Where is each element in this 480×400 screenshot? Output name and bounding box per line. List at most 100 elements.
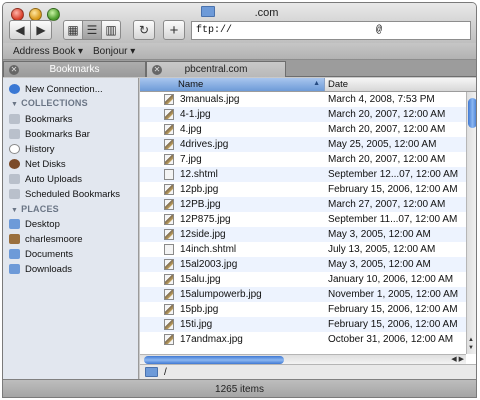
sidebar-item-history[interactable]: History <box>9 142 55 156</box>
sidebar-item-bookmarks-bar[interactable]: Bookmarks Bar <box>9 127 90 141</box>
file-date: February 15, 2006, 12:00 AM <box>328 319 458 330</box>
image-file-icon <box>164 289 174 300</box>
file-rows: 3manuals.jpg March 4, 2008, 7:53 PM 4-1.jp… <box>140 92 466 354</box>
file-date: September 12...07, 12:00 AM <box>328 169 459 180</box>
sidebar-item-label: Bookmarks Bar <box>25 128 90 140</box>
table-row[interactable]: 12PB.jpg March 27, 2007, 12:00 AM <box>140 197 466 212</box>
image-file-icon <box>164 139 174 150</box>
image-file-icon <box>164 214 174 225</box>
table-row[interactable]: 17andmax.jpg October 31, 2006, 12:00 AM <box>140 332 466 347</box>
folder-icon <box>200 6 215 17</box>
table-row[interactable]: 15al2003.jpg May 3, 2005, 12:00 AM <box>140 257 466 272</box>
sidebar-item-home[interactable]: charlesmoore <box>9 232 83 246</box>
table-row[interactable]: 4-1.jpg March 20, 2007, 12:00 AM <box>140 107 466 122</box>
refresh-button[interactable]: ↻ <box>133 20 155 40</box>
sidebar-item-documents[interactable]: Documents <box>9 247 73 261</box>
table-row[interactable]: 15ti.jpg February 15, 2006, 12:00 AM <box>140 317 466 332</box>
forward-button[interactable]: ▶ <box>30 20 52 40</box>
forward-arrow-icon: ▶ <box>36 23 46 37</box>
bookmark-address-book[interactable]: Address Book ▾ <box>13 46 83 57</box>
item-count: 1265 items <box>215 384 264 395</box>
scroll-arrows-icon[interactable]: ▲ ▼ <box>468 336 474 352</box>
tab-bookmarks[interactable]: ✕ Bookmarks <box>3 61 146 77</box>
sidebar-item-desktop[interactable]: Desktop <box>9 217 60 231</box>
folder-icon <box>9 264 20 274</box>
refresh-icon: ↻ <box>138 23 150 37</box>
sidebar-item-new-connection[interactable]: New Connection... <box>9 82 103 96</box>
file-date: February 15, 2006, 12:00 AM <box>328 184 458 195</box>
file-date: May 3, 2005, 12:00 AM <box>328 229 431 240</box>
file-name: 15ti.jpg <box>180 319 213 330</box>
table-row[interactable]: 12.shtml September 12...07, 12:00 AM <box>140 167 466 182</box>
table-row[interactable]: 14inch.shtml July 13, 2005, 12:00 AM <box>140 242 466 257</box>
date-column-header[interactable]: Date <box>328 79 348 90</box>
close-tab-icon[interactable]: ✕ <box>9 65 19 75</box>
upload-icon <box>9 174 20 184</box>
column-view-icon: ▥ <box>105 23 117 37</box>
file-name: 15alu.jpg <box>180 274 221 285</box>
path-bar: / <box>140 364 476 379</box>
table-row[interactable]: 12side.jpg May 3, 2005, 12:00 AM <box>140 227 466 242</box>
image-file-icon <box>164 94 174 105</box>
file-name: 15pb.jpg <box>180 304 219 315</box>
sidebar-item-label: Documents <box>25 248 74 260</box>
file-date: March 20, 2007, 12:00 AM <box>328 109 446 120</box>
file-date: May 3, 2005, 12:00 AM <box>328 259 431 270</box>
status-bar: 1265 items <box>3 379 476 397</box>
file-name: 15alumpowerb.jpg <box>180 289 262 300</box>
sidebar-item-label: Scheduled Bookmarks <box>25 188 121 200</box>
image-file-icon <box>164 199 174 210</box>
image-file-icon <box>164 259 174 270</box>
places-header: ▼ PLACES <box>11 204 59 214</box>
bookmark-bonjour[interactable]: Bonjour ▾ <box>93 46 135 57</box>
file-name: 4-1.jpg <box>180 109 211 120</box>
file-name: 4drives.jpg <box>180 139 229 150</box>
horizontal-scroll-thumb[interactable] <box>144 356 284 364</box>
scroll-arrows-icon[interactable]: ◀ ▶ <box>451 355 464 363</box>
image-file-icon <box>164 124 174 135</box>
current-path[interactable]: / <box>164 367 167 378</box>
sidebar-item-net-disks[interactable]: Net Disks <box>9 157 66 171</box>
window-title: .com <box>3 6 476 19</box>
horizontal-scrollbar[interactable]: ◀ ▶ <box>140 354 466 364</box>
document-file-icon <box>164 244 174 255</box>
table-row[interactable]: 15alumpowerb.jpg November 1, 2005, 12:00 … <box>140 287 466 302</box>
file-date: January 10, 2006, 12:00 AM <box>328 274 454 285</box>
sidebar-item-downloads[interactable]: Downloads <box>9 262 72 276</box>
icon-view-button[interactable]: ▦ <box>63 20 83 40</box>
tab-pbcentral[interactable]: ✕ pbcentral.com <box>146 61 286 77</box>
disclosure-triangle-icon[interactable]: ▼ <box>11 101 18 108</box>
table-row[interactable]: 15alu.jpg January 10, 2006, 12:00 AM <box>140 272 466 287</box>
table-row[interactable]: 12P875.jpg September 11...07, 12:00 AM <box>140 212 466 227</box>
image-file-icon <box>164 274 174 285</box>
name-column-header[interactable]: Name ▲ <box>140 78 325 91</box>
new-connection-button[interactable]: + <box>163 20 185 40</box>
image-file-icon <box>164 109 174 120</box>
table-row[interactable]: 12pb.jpg February 15, 2006, 12:00 AM <box>140 182 466 197</box>
file-name: 7.jpg <box>180 154 202 165</box>
table-row[interactable]: 7.jpg March 20, 2007, 12:00 AM <box>140 152 466 167</box>
image-file-icon <box>164 334 174 345</box>
bookmarks-bar: Address Book ▾ Bonjour ▾ <box>3 43 476 60</box>
table-row[interactable]: 4.jpg March 20, 2007, 12:00 AM <box>140 122 466 137</box>
address-field[interactable]: ftp:// @ / <box>191 21 471 40</box>
file-date: November 1, 2005, 12:00 AM <box>328 289 459 300</box>
clock-icon <box>9 144 20 154</box>
sidebar-item-bookmarks[interactable]: Bookmarks <box>9 112 73 126</box>
table-row[interactable]: 4drives.jpg May 25, 2005, 12:00 AM <box>140 137 466 152</box>
vertical-scroll-thumb[interactable] <box>468 98 476 128</box>
table-row[interactable]: 3manuals.jpg March 4, 2008, 7:53 PM <box>140 92 466 107</box>
sidebar-item-label: Desktop <box>25 218 60 230</box>
disclosure-triangle-icon[interactable]: ▼ <box>11 207 18 214</box>
file-name: 4.jpg <box>180 124 202 135</box>
list-view-button[interactable]: ☰ <box>82 20 102 40</box>
back-button[interactable]: ◀ <box>9 20 31 40</box>
sidebar-item-auto-uploads[interactable]: Auto Uploads <box>9 172 82 186</box>
vertical-scrollbar[interactable]: ▲ ▼ <box>466 92 476 354</box>
sidebar-item-scheduled-bookmarks[interactable]: Scheduled Bookmarks <box>9 187 120 201</box>
close-tab-icon[interactable]: ✕ <box>152 65 162 75</box>
table-row[interactable]: 15pb.jpg February 15, 2006, 12:00 AM <box>140 302 466 317</box>
net-disk-icon <box>9 159 20 169</box>
file-date: February 15, 2006, 12:00 AM <box>328 304 458 315</box>
column-view-button[interactable]: ▥ <box>101 20 121 40</box>
